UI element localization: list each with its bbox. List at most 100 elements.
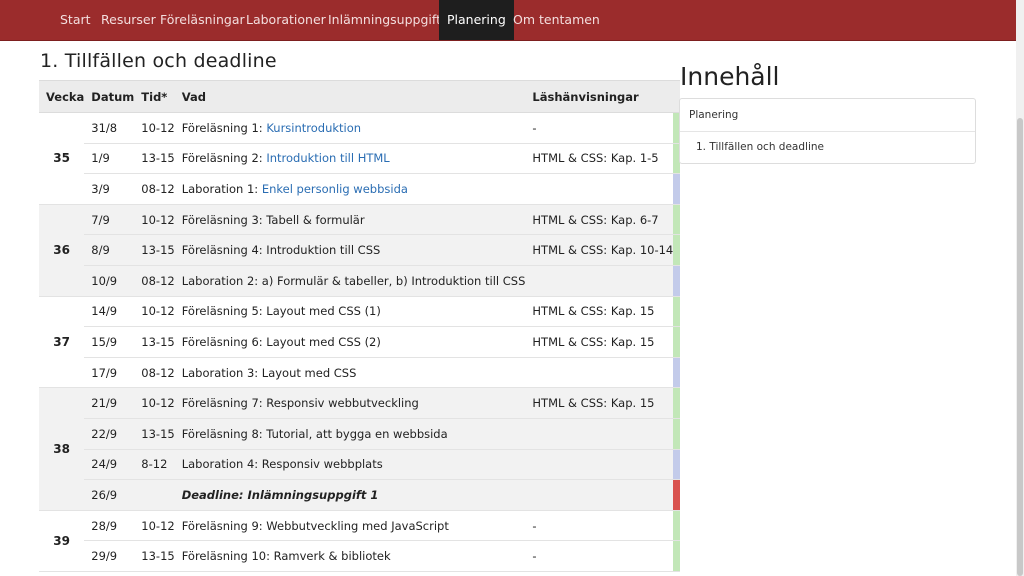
week-number: 36 bbox=[39, 204, 85, 297]
lecture-marker bbox=[673, 387, 681, 419]
reading-cell: HTML & CSS: Kap. 10-14 bbox=[525, 234, 674, 266]
lecture-marker bbox=[673, 296, 681, 328]
lab-marker bbox=[673, 265, 681, 297]
activity-cell: Laboration 4: Responsiv webbplats bbox=[174, 449, 526, 481]
reading-cell: HTML & CSS: Kap. 15 bbox=[525, 326, 674, 358]
toc-link-planering[interactable]: Planering bbox=[689, 109, 738, 121]
activity-link[interactable]: Enkel personlig webbsida bbox=[262, 182, 408, 196]
date-cell: 10/9 bbox=[84, 265, 135, 297]
activity-label: Föreläsning 3: Tabell & formulär bbox=[181, 212, 365, 227]
toc-panel: Planering 1. Tillfällen och deadline bbox=[679, 98, 976, 164]
activity-cell: Föreläsning 2: Introduktion till HTML bbox=[174, 143, 526, 175]
toc-link-tillfallen[interactable]: 1. Tillfällen och deadline bbox=[696, 141, 824, 153]
reading-cell bbox=[525, 265, 674, 297]
activity-link[interactable]: Introduktion till HTML bbox=[266, 151, 389, 165]
activity-cell: Föreläsning 8: Tutorial, att bygga en we… bbox=[174, 418, 526, 450]
table-row: 39 28/9 10-12 Föreläsning 9: Webbutveckling… bbox=[39, 510, 681, 572]
reading-cell: - bbox=[525, 540, 674, 572]
table-row: 17/9 08-12 Laboration 3: Layout med CSS bbox=[39, 357, 681, 389]
nav-inlamningsuppgifter[interactable]: Inlämningsuppgifter bbox=[328, 0, 454, 40]
reading-cell: HTML & CSS: Kap. 1-5 bbox=[525, 143, 674, 175]
nav-laborationer[interactable]: Laborationer bbox=[246, 0, 326, 40]
activity-label: Föreläsning 1: bbox=[181, 120, 267, 135]
reading-cell bbox=[525, 418, 674, 450]
table-row: 24/9 8-12 Laboration 4: Responsiv webbplat… bbox=[39, 449, 681, 481]
table-row: 26/9 Deadline: Inlämningsuppgift 1 bbox=[39, 479, 681, 511]
time-cell: 10-12 bbox=[134, 510, 175, 542]
date-cell: 26/9 bbox=[84, 479, 135, 511]
nav-resurser[interactable]: Resurser bbox=[101, 0, 156, 40]
reading-cell: HTML & CSS: Kap. 15 bbox=[525, 296, 674, 328]
activity-label: Föreläsning 10: Ramverk & bibliotek bbox=[181, 549, 391, 564]
activity-label: Föreläsning 9: Webbutveckling med JavaSc… bbox=[181, 518, 449, 533]
date-cell: 14/9 bbox=[84, 296, 135, 328]
table-row: 37 14/9 10-12 Föreläsning 5: Layout med CSS… bbox=[39, 296, 681, 389]
table-row: 36 7/9 10-12 Föreläsning 3: Tabell & formul… bbox=[39, 204, 681, 297]
time-cell: 08-12 bbox=[134, 265, 175, 297]
schedule-table: Vecka Datum Tid* Vad Läshänvisningar 35 3… bbox=[39, 80, 681, 572]
activity-cell: Föreläsning 10: Ramverk & bibliotek bbox=[174, 540, 526, 572]
reading-cell bbox=[525, 173, 674, 205]
date-cell: 28/9 bbox=[84, 510, 135, 542]
activity-cell: Föreläsning 1: Kursintroduktion bbox=[174, 112, 526, 144]
activity-label: Föreläsning 4: Introduktion till CSS bbox=[181, 243, 381, 258]
lecture-marker bbox=[673, 418, 681, 450]
table-row: 35 31/8 10-12 Föreläsning 1: Kursintrodukti… bbox=[39, 112, 681, 205]
nav-om-tentamen[interactable]: Om tentamen bbox=[513, 0, 600, 40]
activity-label: Laboration 3: Layout med CSS bbox=[181, 365, 357, 380]
week-number: 38 bbox=[39, 387, 85, 511]
table-row: 8/9 13-15 Föreläsning 4: Introduktion till… bbox=[39, 234, 681, 266]
deadline-label: Deadline: Inlämningsuppgift 1 bbox=[181, 487, 379, 502]
nav-planering[interactable]: Planering bbox=[439, 0, 514, 40]
page-scrollbar[interactable] bbox=[1016, 0, 1024, 576]
activity-cell: Föreläsning 7: Responsiv webbutveckling bbox=[174, 387, 526, 419]
reading-cell: - bbox=[525, 112, 674, 144]
lecture-marker bbox=[673, 510, 681, 542]
activity-cell: Laboration 3: Layout med CSS bbox=[174, 357, 526, 389]
activity-link[interactable]: Kursintroduktion bbox=[266, 121, 361, 135]
schedule-body: 35 31/8 10-12 Föreläsning 1: Kursintrodukti… bbox=[39, 112, 681, 572]
nav-start[interactable]: Start bbox=[60, 0, 91, 40]
header-vad: Vad bbox=[174, 80, 526, 113]
reading-cell: HTML & CSS: Kap. 15 bbox=[525, 387, 674, 419]
activity-cell: Föreläsning 9: Webbutveckling med JavaSc… bbox=[174, 510, 526, 542]
table-row: 38 21/9 10-12 Föreläsning 7: Responsiv webb… bbox=[39, 387, 681, 511]
activity-cell: Föreläsning 5: Layout med CSS (1) bbox=[174, 296, 526, 328]
reading-cell bbox=[525, 479, 674, 511]
table-row: 3/9 08-12 Laboration 1: Enkel personlig we… bbox=[39, 173, 681, 205]
date-cell: 1/9 bbox=[84, 143, 135, 175]
lab-marker bbox=[673, 357, 681, 389]
time-cell: 13-15 bbox=[134, 326, 175, 358]
activity-cell: Föreläsning 4: Introduktion till CSS bbox=[174, 234, 526, 266]
lecture-marker bbox=[673, 326, 681, 358]
activity-cell: Föreläsning 6: Layout med CSS (2) bbox=[174, 326, 526, 358]
lab-marker bbox=[673, 449, 681, 481]
table-row: 22/9 13-15 Föreläsning 8: Tutorial, att by… bbox=[39, 418, 681, 450]
date-cell: 31/8 bbox=[84, 112, 135, 144]
date-cell: 29/9 bbox=[84, 540, 135, 572]
time-cell: 13-15 bbox=[134, 234, 175, 266]
week-number: 39 bbox=[39, 510, 85, 572]
activity-label: Laboration 2: a) Formulär & tabeller, b)… bbox=[181, 273, 526, 288]
table-row: 1/9 13-15 Föreläsning 2: Introduktion till… bbox=[39, 143, 681, 175]
time-cell: 13-15 bbox=[134, 418, 175, 450]
time-cell: 13-15 bbox=[134, 143, 175, 175]
time-cell: 8-12 bbox=[134, 449, 175, 481]
header-vecka: Vecka bbox=[39, 80, 85, 113]
reading-cell: - bbox=[525, 510, 674, 542]
nav-forelasningar[interactable]: Föreläsningar bbox=[160, 0, 245, 40]
toc-title: Innehåll bbox=[680, 62, 780, 91]
table-header-row: Vecka Datum Tid* Vad Läshänvisningar bbox=[39, 80, 681, 113]
table-row: 15/9 13-15 Föreläsning 6: Layout med CSS (… bbox=[39, 326, 681, 358]
reading-cell: HTML & CSS: Kap. 6-7 bbox=[525, 204, 674, 236]
activity-label: Laboration 4: Responsiv webbplats bbox=[181, 457, 383, 472]
scrollbar-thumb[interactable] bbox=[1017, 118, 1023, 576]
date-cell: 7/9 bbox=[84, 204, 135, 236]
deadline-marker bbox=[673, 479, 681, 511]
week-number: 35 bbox=[39, 112, 85, 205]
time-cell: 10-12 bbox=[134, 296, 175, 328]
week-number: 37 bbox=[39, 296, 85, 389]
reading-cell bbox=[525, 449, 674, 481]
activity-label: Laboration 1: bbox=[181, 181, 262, 196]
lecture-marker bbox=[673, 204, 681, 236]
